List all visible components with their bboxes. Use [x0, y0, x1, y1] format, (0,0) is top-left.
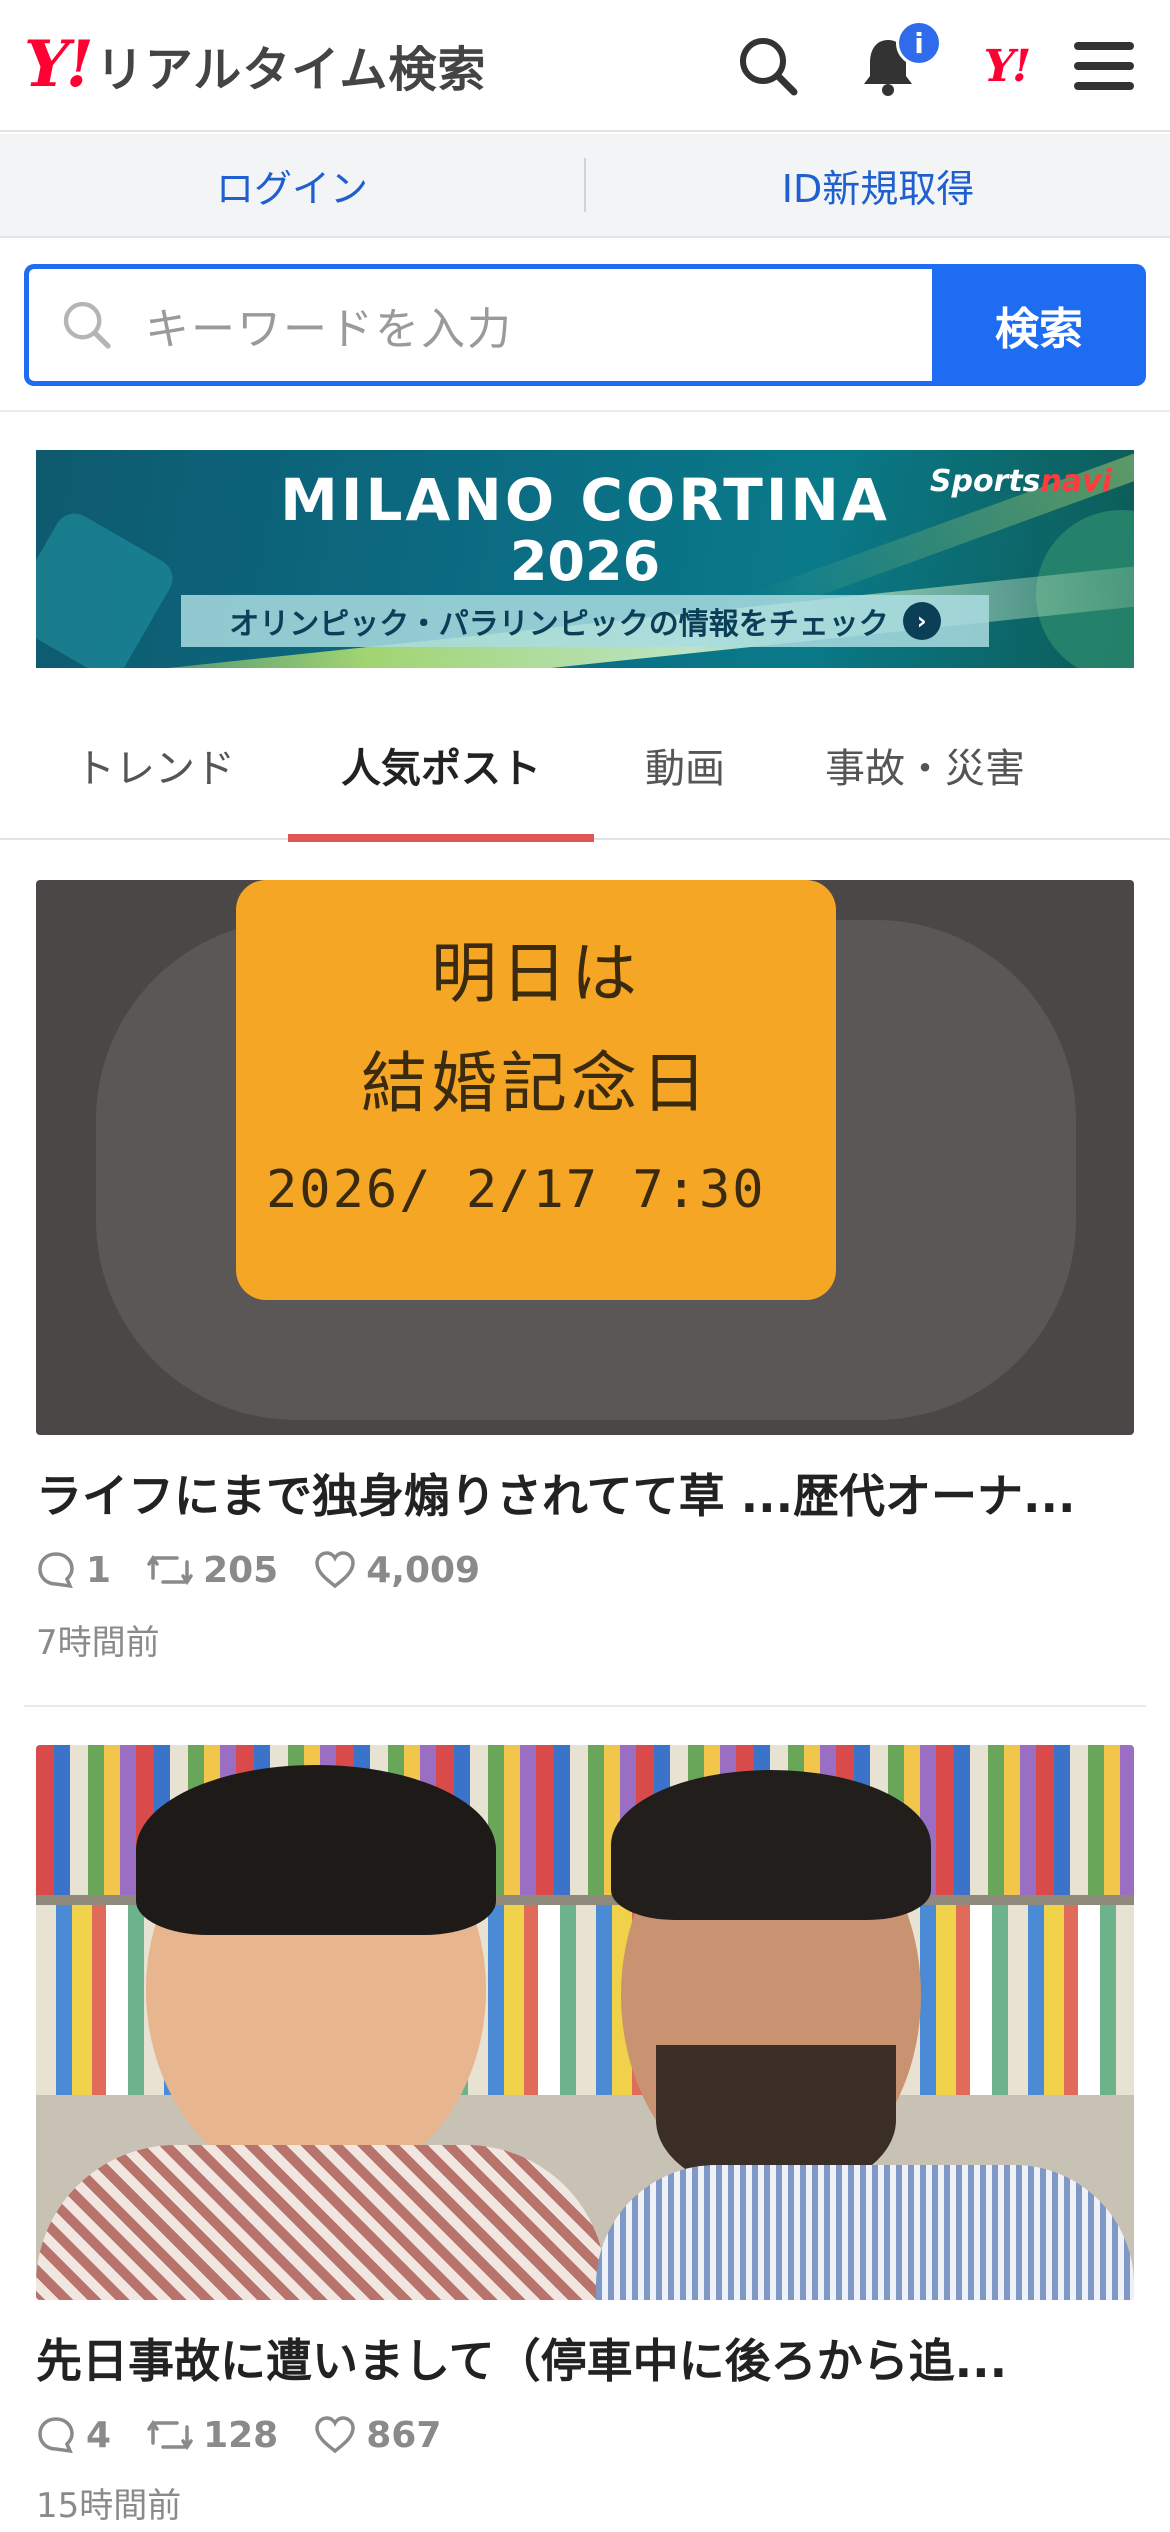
- banner-cta: オリンピック・パラリンピックの情報をチェック ›: [181, 595, 989, 647]
- reply-icon: [38, 2417, 74, 2454]
- tab-accidents-disasters[interactable]: 事故・災害: [800, 690, 1050, 840]
- reply-count-value: 1: [86, 1549, 112, 1591]
- post-stats: 1 205 4,009: [36, 1545, 516, 1595]
- login-link[interactable]: ログイン: [0, 158, 584, 213]
- tab-label: 人気ポスト: [341, 746, 541, 792]
- like-count-value: 4,009: [366, 1549, 481, 1591]
- like-count[interactable]: 867: [314, 2415, 441, 2456]
- olympics-banner[interactable]: MILANO CORTINA 2026 オリンピック・パラリンピックの情報をチェ…: [36, 450, 1134, 668]
- repost-icon: [147, 1554, 193, 1586]
- person-right-shirt: [596, 2165, 1134, 2300]
- menu-icon[interactable]: [1066, 28, 1142, 104]
- repost-count-value: 205: [203, 1549, 279, 1591]
- yahoo-japan-icon[interactable]: Y!: [968, 28, 1044, 104]
- heart-icon: [315, 2416, 355, 2454]
- tab-popular-posts[interactable]: 人気ポスト: [288, 690, 594, 842]
- yahoo-logo-mark: Y!: [24, 27, 94, 102]
- tab-video[interactable]: 動画: [610, 690, 760, 840]
- reply-icon: [38, 1552, 74, 1589]
- post-title[interactable]: 先日事故に遭いまして（停車中に後ろから追...: [36, 2325, 1134, 2391]
- like-count[interactable]: 4,009: [314, 1550, 480, 1591]
- repost-count-value: 128: [203, 2414, 279, 2456]
- card-divider: [24, 1705, 1146, 1707]
- person-left-hair: [136, 1765, 496, 1935]
- search-form: キーワードを入力 検索: [24, 264, 1146, 386]
- search-placeholder: キーワードを入力: [145, 304, 513, 355]
- person-right-hair: [611, 1770, 931, 1920]
- tab-label: 事故・災害: [825, 746, 1025, 792]
- search-button[interactable]: 検索: [932, 264, 1146, 386]
- notification-bell-icon[interactable]: i: [850, 20, 942, 104]
- logo-title: リアルタイム検索: [95, 42, 487, 98]
- auth-bar: ログイン ID新規取得: [0, 134, 1170, 238]
- tab-label: 動画: [645, 746, 725, 792]
- reply-count-value: 4: [86, 2414, 112, 2456]
- active-tab-indicator: [288, 834, 594, 842]
- post-stats: 4 128 867: [36, 2410, 477, 2460]
- tab-label: トレンド: [75, 746, 235, 792]
- yj-mark: Y!: [983, 40, 1032, 92]
- lcd-line-1: 明日は: [431, 935, 641, 1012]
- heart-icon: [315, 1551, 355, 1589]
- brand-sports: Sports: [929, 464, 1041, 499]
- post-time: 15時間前: [36, 2486, 182, 2526]
- search-icon[interactable]: [730, 28, 806, 104]
- lcd-line-2: 結婚記念日: [361, 1045, 711, 1122]
- search-input-icon: [63, 301, 111, 349]
- app-header: Y! リアルタイム検索 i Y!: [0, 0, 1170, 132]
- post-title[interactable]: ライフにまで独身煽りされてて草 ...歴代オーナ...: [36, 1460, 1134, 1526]
- sportsnavi-logo: Sportsnavi: [930, 464, 1112, 499]
- like-count-value: 867: [366, 2414, 442, 2456]
- chevron-right-icon: ›: [902, 602, 941, 640]
- repost-count[interactable]: 205: [147, 1550, 278, 1591]
- repost-icon: [147, 2419, 193, 2451]
- section-divider: [0, 410, 1170, 412]
- reply-count[interactable]: 4: [36, 2415, 111, 2456]
- banner-cta-text: オリンピック・パラリンピックの情報をチェック: [229, 607, 889, 642]
- reply-count[interactable]: 1: [36, 1550, 111, 1591]
- tab-trend[interactable]: トレンド: [40, 690, 270, 840]
- post-time: 7時間前: [36, 1623, 160, 1663]
- brand-navi: navi: [1040, 464, 1112, 499]
- post-image[interactable]: [36, 1745, 1134, 2300]
- repost-count[interactable]: 128: [147, 2415, 278, 2456]
- search-input[interactable]: キーワードを入力: [24, 264, 932, 386]
- register-link[interactable]: ID新規取得: [586, 158, 1170, 213]
- banner-year: 2026: [509, 530, 661, 593]
- lcd-display: 明日は 結婚記念日 2026/ 2/17 7:30: [236, 880, 836, 1300]
- post-image[interactable]: 明日は 結婚記念日 2026/ 2/17 7:30: [36, 880, 1134, 1435]
- person-left-shirt: [36, 2145, 606, 2300]
- notification-badge: i: [896, 20, 942, 66]
- yahoo-realtime-logo[interactable]: Y! リアルタイム検索: [24, 30, 486, 100]
- lcd-line-3: 2026/ 2/17 7:30: [266, 1160, 766, 1220]
- category-tabs: トレンド 人気ポスト 動画 事故・災害: [0, 690, 1170, 842]
